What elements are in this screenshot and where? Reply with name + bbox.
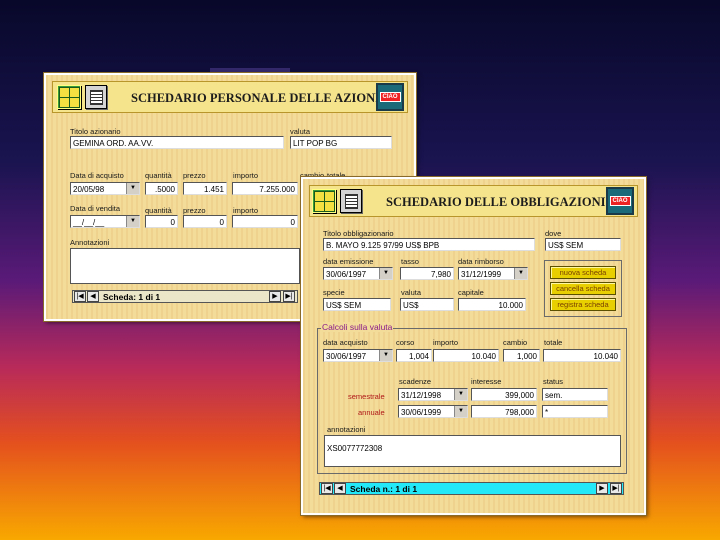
data-emissione-dropdown[interactable]: 30/06/1997 ▼ (323, 267, 393, 280)
c-totale-label: totale (544, 338, 563, 347)
valuta-label: valuta (290, 127, 311, 136)
last-record-icon[interactable]: ▶| (610, 483, 622, 494)
annotazioni-obbl-textarea[interactable]: XS0077772308 (324, 435, 621, 467)
prezzo-acquisto-field[interactable]: 1.451 (183, 182, 227, 195)
dove-field[interactable]: US$ SEM (545, 238, 621, 251)
titolo-obbligazionario-field[interactable]: B. MAYO 9.125 97/99 US$ BPB (323, 238, 535, 251)
prezzo-label: prezzo (183, 171, 206, 180)
prev-record-icon[interactable]: ◀ (334, 483, 346, 494)
data-emissione-label: data emissione (323, 257, 374, 266)
first-record-icon[interactable]: |◀ (74, 291, 86, 302)
data-vendita-label: Data di vendita (70, 204, 121, 213)
capitale-field[interactable]: 10.000 (458, 298, 526, 311)
prezzo-vendita-field[interactable]: 0 (183, 215, 227, 228)
dropdown-arrow-icon[interactable]: ▼ (126, 183, 139, 194)
registra-scheda-button[interactable]: registra scheda (550, 298, 616, 311)
next-record-icon[interactable]: ▶ (596, 483, 608, 494)
data-rimborso-dropdown[interactable]: 31/12/1999 ▼ (458, 267, 528, 280)
dropdown-arrow-icon[interactable]: ▼ (379, 268, 392, 279)
c-data-acquisto-dropdown[interactable]: 30/06/1997 ▼ (323, 349, 393, 362)
specie-field[interactable]: US$ SEM (323, 298, 391, 311)
prezzo-vendita-label: prezzo (183, 206, 206, 215)
semestrale-label: semestrale (348, 392, 385, 401)
annuale-interesse-field[interactable]: 798,000 (471, 405, 537, 418)
quantita-acquisto-field[interactable]: .5000 (145, 182, 178, 195)
semestrale-status-field[interactable]: sem. (542, 388, 608, 401)
data-acquisto-dropdown[interactable]: 20/05/98 ▼ (70, 182, 140, 195)
importo-label: importo (233, 171, 259, 180)
dove-label: dove (545, 229, 562, 238)
annotazioni-textarea[interactable] (70, 248, 300, 284)
grid-icon[interactable] (57, 85, 81, 109)
titolo-azionario-label: Titolo azionario (70, 127, 121, 136)
annotazioni-obbl-label: annotazioni (327, 425, 366, 434)
tasso-field[interactable]: 7,980 (400, 267, 454, 280)
interesse-label: interesse (471, 377, 502, 386)
azioni-title: SCHEDARIO PERSONALE DELLE AZIONI (131, 91, 381, 105)
c-data-acquisto-label: data acquisto (323, 338, 368, 347)
ciao-exit-icon[interactable]: CIAO (606, 187, 634, 215)
azioni-record-navigator: |◀ ◀ Scheda: 1 di 1 ▶ ▶| (72, 290, 298, 303)
valuta-obbl-field[interactable]: US$ (400, 298, 454, 311)
c-corso-field[interactable]: 1,004 (396, 349, 432, 362)
quantita-vendita-field[interactable]: 0 (145, 215, 178, 228)
dropdown-arrow-icon[interactable]: ▼ (454, 389, 467, 400)
ciao-exit-icon[interactable]: CIAO (376, 83, 404, 111)
calcoli-legend: Calcoli sulla valuta (321, 322, 394, 332)
annotazioni-label: Annotazioni (70, 238, 110, 247)
importo-acquisto-field[interactable]: 7.255.000 (232, 182, 298, 195)
obbligazioni-record-navigator: |◀ ◀ Scheda n.: 1 di 1 ▶ ▶| (319, 482, 624, 495)
c-corso-label: corso (396, 338, 415, 347)
data-acquisto-label: Data di acquisto (70, 171, 124, 180)
notebook-icon[interactable] (340, 189, 362, 213)
dropdown-arrow-icon[interactable]: ▼ (379, 350, 392, 361)
status-label: status (543, 377, 564, 386)
nuova-scheda-button[interactable]: nuova scheda (550, 266, 616, 279)
annuale-label: annuale (358, 408, 385, 417)
capitale-label: capitale (458, 288, 484, 297)
tasso-label: tasso (401, 257, 419, 266)
obbligazioni-titlebar: SCHEDARIO DELLE OBBLIGAZIONI CIAO (309, 185, 638, 217)
importo-vendita-field[interactable]: 0 (232, 215, 298, 228)
semestrale-date-dropdown[interactable]: 31/12/1998 ▼ (398, 388, 468, 401)
notebook-icon[interactable] (85, 85, 107, 109)
dropdown-arrow-icon[interactable]: ▼ (514, 268, 527, 279)
quantita-vendita-label: quantità (145, 206, 172, 215)
titolo-azionario-field[interactable]: GEMINA ORD. AA.VV. (70, 136, 284, 149)
valuta-field[interactable]: LIT POP BG (290, 136, 392, 149)
dropdown-arrow-icon[interactable]: ▼ (126, 216, 139, 227)
hidden-window-strip (210, 68, 290, 72)
last-record-icon[interactable]: ▶| (283, 291, 295, 302)
obbligazioni-window: SCHEDARIO DELLE OBBLIGAZIONI CIAO Titolo… (301, 177, 646, 515)
grid-icon[interactable] (312, 189, 336, 213)
obbligazioni-record-count: Scheda n.: 1 di 1 (350, 484, 418, 494)
prev-record-icon[interactable]: ◀ (87, 291, 99, 302)
obbligazioni-title: SCHEDARIO DELLE OBBLIGAZIONI (386, 195, 606, 209)
azioni-titlebar: SCHEDARIO PERSONALE DELLE AZIONI CIAO (52, 81, 408, 113)
annuale-date-dropdown[interactable]: 30/06/1999 ▼ (398, 405, 468, 418)
c-cambio-label: cambio (503, 338, 528, 347)
data-rimborso-label: data rimborso (458, 257, 504, 266)
dropdown-arrow-icon[interactable]: ▼ (454, 406, 467, 417)
scadenze-label: scadenze (399, 377, 432, 386)
c-importo-field[interactable]: 10.040 (433, 349, 499, 362)
first-record-icon[interactable]: |◀ (321, 483, 333, 494)
quantita-label: quantità (145, 171, 172, 180)
c-cambio-field[interactable]: 1,000 (503, 349, 540, 362)
azioni-record-count: Scheda: 1 di 1 (103, 292, 161, 302)
cancella-scheda-button[interactable]: cancella scheda (550, 282, 616, 295)
valuta-obbl-label: valuta (401, 288, 422, 297)
semestrale-interesse-field[interactable]: 399,000 (471, 388, 537, 401)
c-totale-field[interactable]: 10.040 (543, 349, 621, 362)
specie-label: specie (323, 288, 345, 297)
importo-vendita-label: importo (233, 206, 259, 215)
annuale-status-field[interactable]: * (542, 405, 608, 418)
titolo-obbligazionario-label: Titolo obbligazionario (323, 229, 394, 238)
next-record-icon[interactable]: ▶ (269, 291, 281, 302)
c-importo-label: importo (433, 338, 459, 347)
data-vendita-dropdown[interactable]: __/__/__ ▼ (70, 215, 140, 228)
